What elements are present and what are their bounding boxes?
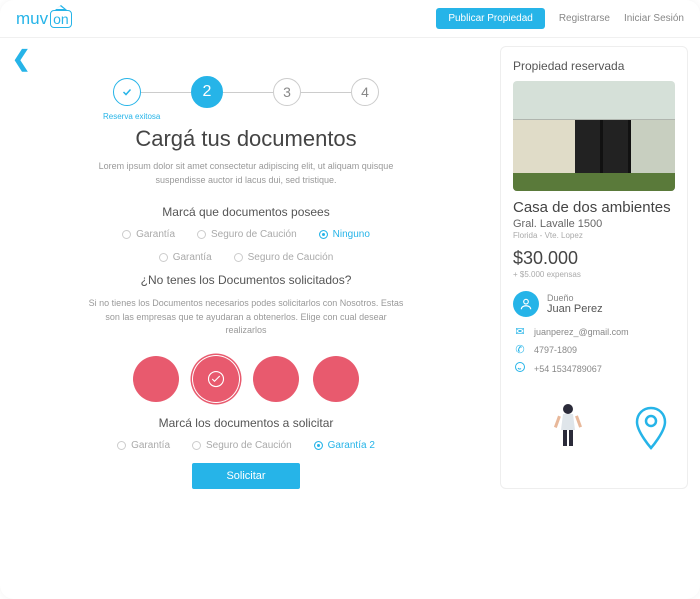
panel-heading: Propiedad reservada	[513, 59, 675, 73]
opt-seguro-2[interactable]: Seguro de Caución	[234, 252, 334, 263]
whatsapp-icon	[513, 361, 527, 376]
opt-garantia-1[interactable]: Garantía	[122, 229, 175, 240]
mail-icon: ✉	[513, 325, 527, 338]
property-panel: Propiedad reservada Casa de dos ambiente…	[500, 46, 688, 489]
owner-name: Juan Perez	[547, 303, 603, 315]
step-1[interactable]	[113, 78, 141, 106]
property-title: Casa de dos ambientes	[513, 199, 675, 216]
logo-text-2: on	[50, 10, 72, 28]
page-subtitle: Lorem ipsum dolor sit amet consectetur a…	[86, 160, 406, 187]
register-link[interactable]: Registrarse	[559, 13, 610, 24]
provider-1[interactable]	[133, 356, 179, 402]
owner-phone[interactable]: ✆4797-1809	[513, 343, 675, 356]
provider-2[interactable]	[193, 356, 239, 402]
back-button[interactable]: ❮	[12, 46, 480, 72]
login-link[interactable]: Iniciar Sesión	[624, 13, 684, 24]
docs-heading: Marcá que documentos posees	[12, 205, 480, 219]
phone-icon: ✆	[513, 343, 527, 356]
nav: Publicar Propiedad Registrarse Iniciar S…	[436, 8, 684, 29]
owner-email[interactable]: ✉juanperez_@gmail.com	[513, 325, 675, 338]
step-1-label: Reserva exitosa	[103, 112, 160, 121]
req-garantia[interactable]: Garantía	[117, 440, 170, 451]
req-heading: Marcá los documentos a solicitar	[12, 416, 480, 430]
provider-4[interactable]	[313, 356, 359, 402]
property-image	[513, 81, 675, 191]
person-icon	[551, 402, 585, 450]
provider-options	[12, 356, 480, 402]
owner-whatsapp[interactable]: +54 1534789067	[513, 361, 675, 376]
submit-button[interactable]: Solicitar	[192, 463, 299, 489]
owner-label: Dueño	[547, 293, 603, 303]
req-garantia-2[interactable]: Garantía 2	[314, 440, 375, 451]
req-seguro[interactable]: Seguro de Caución	[192, 440, 292, 451]
opt-seguro-1[interactable]: Seguro de Caución	[197, 229, 297, 240]
property-expenses: + $5.000 expensas	[513, 270, 675, 279]
publish-button[interactable]: Publicar Propiedad	[436, 8, 545, 29]
provider-3[interactable]	[253, 356, 299, 402]
property-price: $30.000	[513, 248, 675, 269]
nodocs-heading: ¿No tenes los Documentos solicitados?	[12, 273, 480, 287]
docs-options: Garantía Seguro de Caución Ninguno Garan…	[12, 229, 480, 263]
opt-ninguno[interactable]: Ninguno	[319, 229, 370, 240]
location-pin-icon	[635, 406, 667, 450]
property-address: Gral. Lavalle 1500	[513, 218, 675, 230]
opt-garantia-2[interactable]: Garantía	[159, 252, 212, 263]
logo-text-1: muv	[16, 9, 48, 29]
header: muvon Publicar Propiedad Registrarse Ini…	[0, 0, 700, 38]
stepper: Reserva exitosa 2 3 4	[12, 76, 480, 108]
property-location: Florida - Vte. Lopez	[513, 231, 675, 240]
illustration	[513, 390, 675, 450]
user-icon	[513, 291, 539, 317]
owner-row: Dueño Juan Perez	[513, 291, 675, 317]
step-2[interactable]: 2	[191, 76, 223, 108]
step-4[interactable]: 4	[351, 78, 379, 106]
nodocs-text: Si no tienes los Documentos necesarios p…	[86, 297, 406, 338]
req-options: Garantía Seguro de Caución Garantía 2	[12, 440, 480, 451]
page-title: Cargá tus documentos	[12, 126, 480, 152]
step-3[interactable]: 3	[273, 78, 301, 106]
logo[interactable]: muvon	[16, 9, 72, 29]
